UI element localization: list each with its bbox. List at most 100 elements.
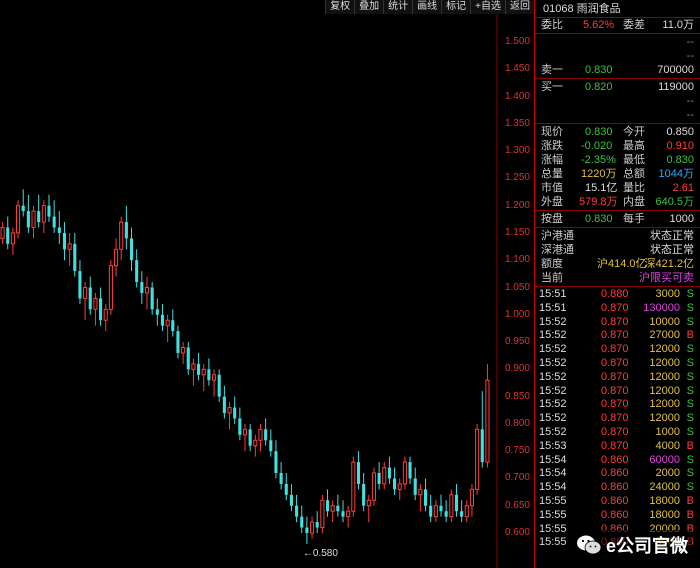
candle-down[interactable]: [150, 287, 154, 310]
candle-up[interactable]: [258, 428, 263, 441]
candle-up[interactable]: [366, 499, 371, 507]
candle-down[interactable]: [171, 320, 175, 332]
candle-up[interactable]: [181, 347, 186, 354]
mark-button[interactable]: 标记: [441, 0, 471, 14]
candle-up[interactable]: [93, 297, 98, 310]
candle-down[interactable]: [37, 211, 41, 223]
restore-rights-button[interactable]: 复权: [325, 0, 355, 14]
candle-down[interactable]: [124, 222, 128, 239]
candle-down[interactable]: [62, 232, 67, 250]
candle-up[interactable]: [114, 248, 119, 267]
candle-up[interactable]: [253, 439, 258, 447]
candle-down[interactable]: [439, 505, 443, 512]
candle-up[interactable]: [67, 243, 72, 250]
candle-down[interactable]: [444, 511, 448, 517]
candle-down[interactable]: [295, 505, 299, 517]
candle-down[interactable]: [73, 243, 77, 272]
candle-down[interactable]: [279, 472, 283, 484]
candle-down[interactable]: [274, 451, 278, 473]
candle-up[interactable]: [469, 488, 474, 507]
candle-down[interactable]: [325, 500, 330, 512]
candle-up[interactable]: [10, 232, 15, 245]
candle-down[interactable]: [356, 462, 361, 484]
add-watchlist-button[interactable]: +自选: [470, 0, 505, 14]
candle-down[interactable]: [289, 494, 293, 506]
candle-up[interactable]: [119, 221, 124, 250]
candle-down[interactable]: [57, 227, 61, 233]
candle-up[interactable]: [212, 374, 217, 381]
candle-down[interactable]: [460, 511, 464, 517]
candle-down[interactable]: [429, 505, 433, 517]
candle-down[interactable]: [315, 522, 319, 528]
candle-up[interactable]: [31, 210, 36, 228]
candle-up[interactable]: [397, 483, 402, 490]
kline-chart[interactable]: ←0.580: [0, 0, 534, 568]
candle-down[interactable]: [176, 331, 180, 353]
statistics-button[interactable]: 统计: [383, 0, 413, 14]
candle-up[interactable]: [108, 265, 113, 310]
candle-down[interactable]: [305, 527, 309, 533]
candle-up[interactable]: [418, 488, 423, 496]
candle-up[interactable]: [371, 472, 376, 501]
candle-up[interactable]: [402, 461, 407, 485]
candle-down[interactable]: [413, 478, 417, 495]
candle-up[interactable]: [201, 368, 206, 376]
kline-chart-panel[interactable]: ←0.580 复权 叠加 统计 画线 标记 +自选 返回 1.500 1.450 1…: [0, 0, 534, 568]
candle-down[interactable]: [26, 211, 30, 228]
candle-up[interactable]: [16, 205, 21, 234]
candle-down[interactable]: [78, 271, 82, 299]
candle-up[interactable]: [449, 494, 454, 518]
candle-up[interactable]: [103, 308, 108, 321]
back-button[interactable]: 返回: [505, 0, 534, 14]
candle-down[interactable]: [160, 314, 165, 326]
candle-up[interactable]: [191, 363, 196, 370]
candle-down[interactable]: [207, 369, 211, 381]
candle-down[interactable]: [238, 418, 242, 435]
candle-up[interactable]: [165, 319, 170, 327]
candle-down[interactable]: [99, 298, 103, 321]
candle-up[interactable]: [464, 505, 469, 518]
candle-down[interactable]: [362, 483, 366, 506]
candle-up[interactable]: [144, 287, 150, 294]
candle-down[interactable]: [129, 238, 134, 261]
candle-down[interactable]: [140, 282, 144, 293]
candle-down[interactable]: [480, 429, 484, 463]
trade-ticks-list[interactable]: 15:51 0.880 3000 S 15:51 0.870 130000 S 15:52 0.8…: [535, 288, 700, 550]
candle-up[interactable]: [310, 521, 315, 534]
candle-down[interactable]: [222, 396, 226, 413]
candle-down[interactable]: [197, 363, 201, 375]
candle-down[interactable]: [135, 260, 139, 283]
candle-down[interactable]: [217, 374, 221, 397]
candle-down[interactable]: [377, 472, 381, 484]
candle-down[interactable]: [52, 216, 56, 228]
candle-up[interactable]: [475, 428, 480, 490]
candle-up[interactable]: [41, 205, 46, 223]
candle-down[interactable]: [21, 205, 25, 212]
candle-up[interactable]: [485, 379, 490, 463]
candle-down[interactable]: [155, 309, 159, 315]
candle-down[interactable]: [6, 227, 10, 244]
candle-up[interactable]: [330, 505, 335, 512]
candle-up[interactable]: [433, 505, 438, 518]
candle-down[interactable]: [284, 483, 288, 495]
candle-down[interactable]: [233, 407, 237, 419]
candle-down[interactable]: [300, 516, 304, 528]
candle-down[interactable]: [248, 429, 252, 446]
candle-down[interactable]: [341, 511, 345, 517]
candle-down[interactable]: [408, 462, 412, 479]
draw-line-button[interactable]: 画线: [412, 0, 442, 14]
candle-down[interactable]: [47, 205, 51, 217]
candle-down[interactable]: [88, 287, 92, 310]
candle-up[interactable]: [0, 226, 5, 239]
candle-up[interactable]: [346, 510, 351, 518]
candle-down[interactable]: [336, 505, 340, 512]
candle-up[interactable]: [227, 407, 232, 414]
candle-up[interactable]: [83, 287, 88, 299]
candle-down[interactable]: [186, 347, 190, 370]
candle-up[interactable]: [242, 428, 248, 436]
candle-down[interactable]: [423, 489, 428, 506]
candle-up[interactable]: [320, 499, 325, 529]
candle-down[interactable]: [387, 467, 391, 479]
candle-down[interactable]: [269, 440, 273, 452]
candle-down[interactable]: [264, 429, 268, 441]
